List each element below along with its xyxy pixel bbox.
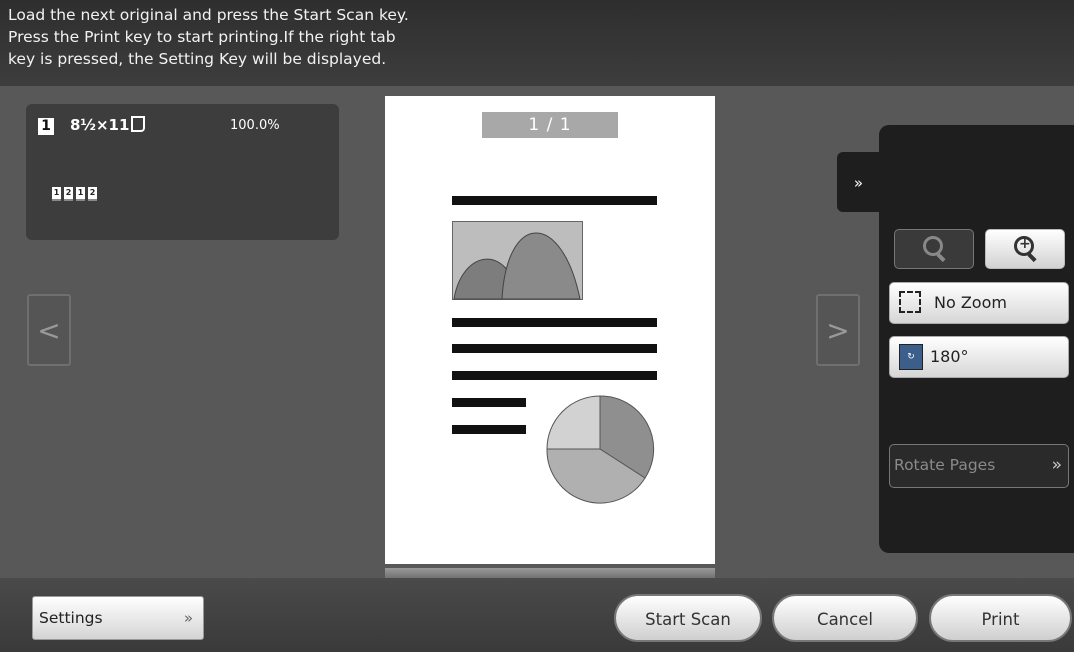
rotate-180-button[interactable]: ↻ 180° bbox=[889, 336, 1069, 378]
zoom-out-icon bbox=[923, 236, 943, 256]
rotate-page-icon: ↻ bbox=[899, 344, 923, 370]
settings-button[interactable]: Settings » bbox=[32, 596, 204, 640]
paper-size: 8½×11 bbox=[70, 116, 146, 134]
copy-count: 1 bbox=[38, 118, 54, 135]
zoom-in-button[interactable]: + bbox=[985, 229, 1065, 269]
preview-text-line bbox=[452, 425, 526, 434]
page-preview: 1 / 1 bbox=[385, 96, 715, 564]
settings-label: Settings bbox=[39, 609, 103, 627]
page-icon: 2 bbox=[88, 187, 97, 201]
rotate-pages-label: Rotate Pages bbox=[894, 456, 996, 474]
no-zoom-button[interactable]: No Zoom bbox=[889, 282, 1069, 324]
start-scan-button[interactable]: Start Scan bbox=[614, 594, 762, 642]
preview-image-graphic bbox=[452, 221, 583, 300]
rotate-180-label: 180° bbox=[930, 347, 969, 366]
zoom-in-icon: + bbox=[1014, 236, 1034, 256]
message-line-2: Press the Print key to start printing.If… bbox=[8, 28, 396, 46]
page-layout-icon: 1212 bbox=[52, 180, 100, 201]
preview-pie-graphic bbox=[546, 395, 655, 504]
message-line-3: key is pressed, the Setting Key will be … bbox=[8, 50, 387, 68]
page-icon: 1 bbox=[52, 187, 61, 201]
double-chevron-right-icon: » bbox=[183, 609, 193, 627]
message-line-1: Load the next original and press the Sta… bbox=[8, 6, 409, 24]
no-zoom-label: No Zoom bbox=[934, 293, 1007, 312]
paper-orientation-icon bbox=[131, 116, 146, 132]
side-panel-tab[interactable]: » bbox=[837, 152, 880, 212]
print-button[interactable]: Print bbox=[929, 594, 1072, 642]
preview-text-line bbox=[452, 398, 526, 407]
message-bar: Load the next original and press the Sta… bbox=[0, 0, 1074, 86]
preview-text-line bbox=[452, 318, 657, 327]
fit-frame-icon bbox=[899, 291, 921, 313]
zoom-out-button[interactable] bbox=[894, 229, 974, 269]
double-chevron-right-icon: » bbox=[1051, 455, 1062, 475]
cancel-button[interactable]: Cancel bbox=[772, 594, 918, 642]
paper-size-label: 8½×11 bbox=[70, 116, 130, 134]
page-icon: 1 bbox=[76, 187, 85, 201]
previous-page-button[interactable]: < bbox=[27, 294, 71, 366]
rotate-pages-button[interactable]: Rotate Pages » bbox=[889, 444, 1069, 488]
next-page-button[interactable]: > bbox=[816, 294, 860, 366]
job-info-panel: 1 8½×11 100.0% 1212 bbox=[26, 104, 339, 240]
zoom-ratio: 100.0% bbox=[230, 118, 280, 133]
preview-text-line bbox=[452, 371, 657, 380]
preview-text-line bbox=[452, 196, 657, 205]
preview-text-line bbox=[452, 344, 657, 353]
page-icon: 2 bbox=[64, 187, 73, 201]
page-counter: 1 / 1 bbox=[482, 112, 618, 138]
